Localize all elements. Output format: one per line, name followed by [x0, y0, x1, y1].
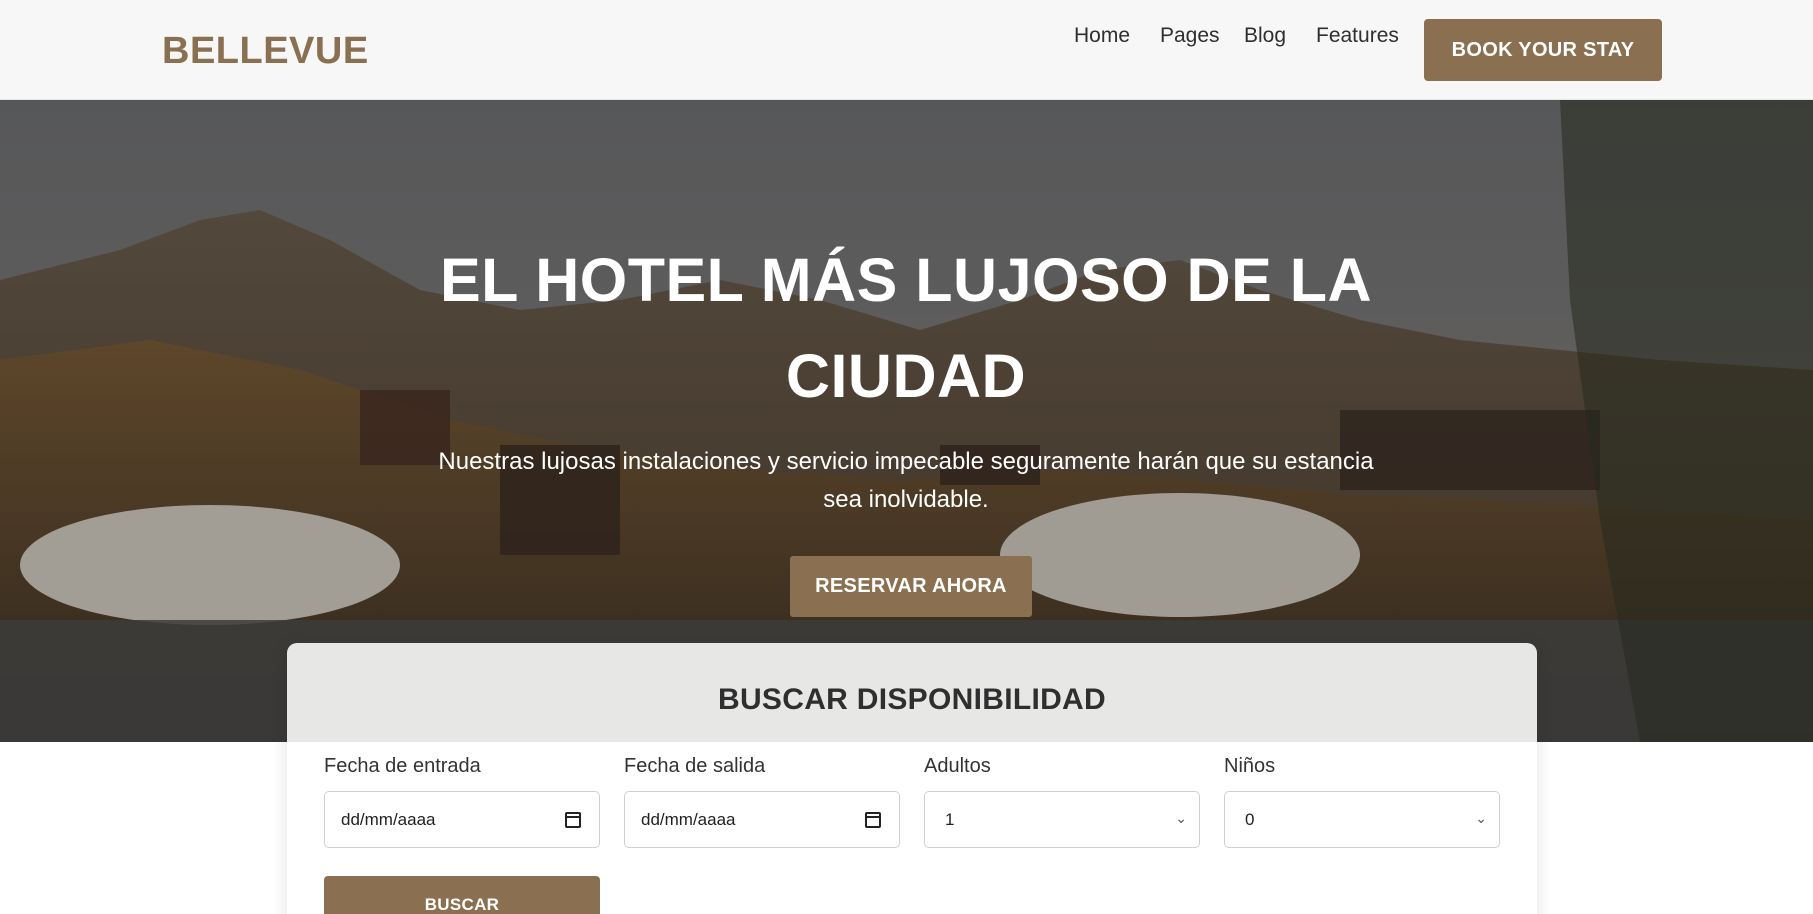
nav-pages[interactable]: Pages	[1160, 24, 1220, 48]
calendar-icon[interactable]	[865, 812, 881, 828]
adults-field: Adultos 1 ⌄	[924, 755, 1200, 848]
checkin-date-input[interactable]: dd/mm/aaaa	[324, 791, 600, 848]
chevron-down-icon: ⌄	[1475, 810, 1487, 826]
adults-select[interactable]: 1 ⌄	[924, 791, 1200, 848]
hero-title: EL HOTEL MÁS LUJOSO DE LA CIUDAD	[439, 246, 1373, 410]
children-field: Niños 0 ⌄	[1224, 755, 1500, 848]
checkout-field: Fecha de salida dd/mm/aaaa	[624, 755, 900, 848]
calendar-icon[interactable]	[565, 812, 581, 828]
chevron-down-icon: ⌄	[1175, 810, 1187, 826]
search-title: BUSCAR DISPONIBILIDAD	[718, 683, 1106, 716]
checkin-value: dd/mm/aaaa	[341, 809, 436, 829]
site-header: BELLEVUE Home Pages Blog Features BOOK Y…	[0, 0, 1813, 100]
checkin-label: Fecha de entrada	[324, 755, 481, 777]
reservar-ahora-button[interactable]: RESERVAR AHORA	[790, 556, 1032, 617]
adults-value: 1	[945, 809, 955, 829]
nav-features[interactable]: Features	[1316, 24, 1399, 48]
nav-blog[interactable]: Blog	[1244, 24, 1286, 48]
book-your-stay-button[interactable]: BOOK YOUR STAY	[1424, 19, 1662, 81]
buscar-button[interactable]: BUSCAR	[324, 876, 600, 914]
checkout-date-input[interactable]: dd/mm/aaaa	[624, 791, 900, 848]
checkout-value: dd/mm/aaaa	[641, 809, 736, 829]
adults-label: Adultos	[924, 755, 991, 777]
children-label: Niños	[1224, 755, 1276, 777]
checkin-field: Fecha de entrada dd/mm/aaaa	[324, 755, 600, 848]
hero-subtitle: Nuestras lujosas instalaciones y servici…	[438, 448, 1374, 513]
site-logo[interactable]: BELLEVUE	[162, 30, 369, 73]
checkout-label: Fecha de salida	[624, 755, 766, 777]
children-value: 0	[1245, 809, 1255, 829]
children-select[interactable]: 0 ⌄	[1224, 791, 1500, 848]
nav-home[interactable]: Home	[1074, 24, 1130, 48]
availability-search-card: BUSCAR DISPONIBILIDAD Fecha de entrada d…	[287, 643, 1537, 914]
